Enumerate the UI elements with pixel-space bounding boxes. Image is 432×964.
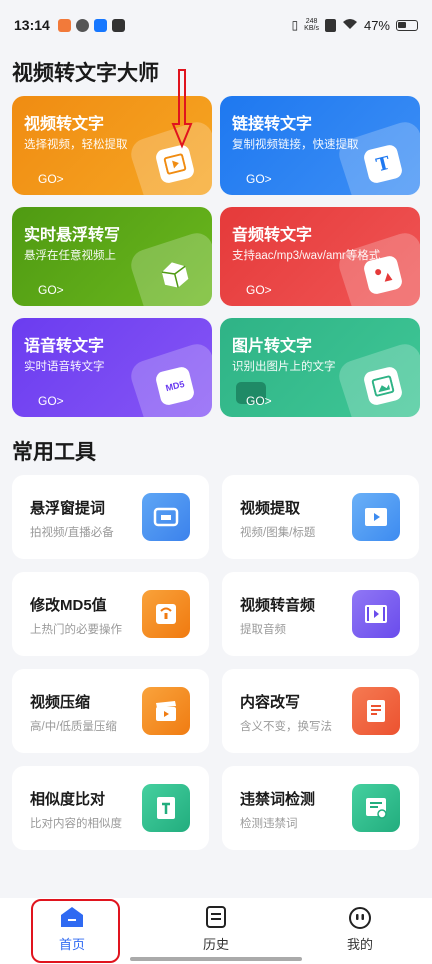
battery-icon [396, 19, 418, 31]
card-go-label: GO> [246, 394, 272, 408]
battery-percent: 47% [363, 17, 390, 33]
app-title: 视频转文字大师 [12, 62, 159, 85]
tool-title: 悬浮窗提词 [30, 500, 106, 517]
card-realtime-float[interactable]: 实时悬浮转写 悬浮在任意视频上 GO> [12, 207, 212, 306]
card-go-label: GO> [38, 283, 64, 297]
tool-float-prompter[interactable]: 悬浮窗提词 拍视频/直播必备 [12, 475, 209, 559]
message-notification-icon [111, 18, 125, 32]
tool-title: 违禁词检测 [240, 791, 316, 808]
history-icon [204, 906, 228, 928]
clapper-icon [142, 687, 190, 735]
tool-subtitle: 视频/图集/标题 [240, 527, 316, 539]
card-title: 实时悬浮转写 [24, 227, 121, 244]
network-speed: 248 KB/s [304, 18, 319, 32]
document-icon [352, 687, 400, 735]
card-subtitle: 选择视频，轻松提取 [24, 139, 128, 151]
tool-subtitle: 提取音频 [240, 624, 286, 636]
nav-profile-label: 我的 [346, 937, 373, 952]
tool-title: 内容改写 [240, 694, 301, 711]
tool-content-rewrite[interactable]: 内容改写 含义不变，换写法 [222, 669, 419, 753]
card-title: 视频转文字 [24, 116, 105, 133]
text-compare-icon [142, 784, 190, 832]
tool-title: 相似度比对 [30, 791, 106, 808]
profile-icon [348, 906, 372, 929]
card-title: 语音转文字 [24, 338, 105, 355]
tool-subtitle: 拍视频/直播必备 [30, 527, 114, 539]
tool-title: 视频提取 [240, 500, 301, 517]
nav-history[interactable]: 历史 [176, 906, 256, 953]
sim-icon [324, 18, 336, 32]
tool-subtitle: 比对内容的相似度 [30, 818, 122, 830]
alipay-notification-icon [93, 18, 107, 32]
card-title: 图片转文字 [232, 338, 313, 355]
card-go-label: GO> [38, 394, 64, 408]
app-notification-icon [57, 18, 71, 32]
nav-profile[interactable]: 我的 [320, 906, 400, 953]
card-link-to-text[interactable]: 链接转文字 复制视频链接，快速提取 GO> T [220, 96, 420, 195]
tool-modify-md5[interactable]: 修改MD5值 上热门的必要操作 [12, 572, 209, 656]
film-audio-icon [352, 590, 400, 638]
tools-section-title: 常用工具 [12, 441, 96, 464]
tool-title: 视频转音频 [240, 597, 316, 614]
status-bar: 13:14 ▯ 248 KB/s 47% [0, 0, 432, 50]
wifi-icon [342, 18, 358, 33]
tool-video-compress[interactable]: 视频压缩 高/中/低质量压缩 [12, 669, 209, 753]
tool-subtitle: 上热门的必要操作 [30, 624, 122, 636]
card-title: 音频转文字 [232, 227, 313, 244]
annotation-highlight-box [31, 899, 120, 963]
video-extract-icon [352, 493, 400, 541]
tool-banned-words[interactable]: 违禁词检测 检测违禁词 [222, 766, 419, 850]
card-subtitle: 识别出图片上的文字 [232, 361, 336, 373]
tool-video-extract[interactable]: 视频提取 视频/图集/标题 [222, 475, 419, 559]
tool-subtitle: 高/中/低质量压缩 [30, 721, 117, 733]
card-go-label: GO> [38, 172, 64, 186]
tool-similarity-compare[interactable]: 相似度比对 比对内容的相似度 [12, 766, 209, 850]
app-notification-icon [75, 18, 89, 32]
float-window-icon [142, 493, 190, 541]
tool-subtitle: 检测违禁词 [240, 818, 298, 830]
vibrate-icon: ▯ [291, 18, 299, 32]
nav-history-label: 历史 [202, 937, 229, 952]
card-subtitle: 实时语音转文字 [24, 361, 105, 373]
card-go-label: GO> [246, 172, 272, 186]
tool-title: 修改MD5值 [30, 597, 107, 614]
card-speech-to-text[interactable]: 语音转文字 实时语音转文字 GO> MD5 [12, 318, 212, 417]
card-subtitle: 悬浮在任意视频上 [24, 250, 116, 262]
check-doc-icon [352, 784, 400, 832]
md5-edit-icon [142, 590, 190, 638]
status-time: 13:14 [14, 17, 50, 33]
card-go-label: GO> [246, 283, 272, 297]
card-audio-to-text[interactable]: 音频转文字 支持aac/mp3/wav/amr等格式 GO> [220, 207, 420, 306]
card-title: 链接转文字 [232, 116, 313, 133]
tool-subtitle: 含义不变，换写法 [240, 721, 332, 733]
card-image-to-text[interactable]: 图片转文字 识别出图片上的文字 GO> [220, 318, 420, 417]
tool-title: 视频压缩 [30, 694, 91, 711]
tool-video-to-audio[interactable]: 视频转音频 提取音频 [222, 572, 419, 656]
annotation-arrow [171, 69, 193, 149]
home-indicator[interactable] [130, 957, 302, 961]
